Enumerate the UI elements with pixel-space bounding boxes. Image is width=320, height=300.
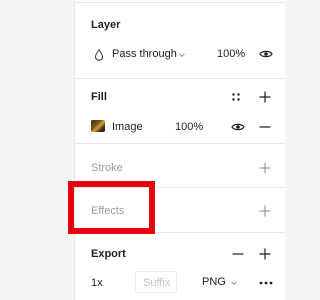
minus-icon[interactable] <box>257 119 273 135</box>
layer-title: Layer <box>91 19 121 31</box>
minus-icon[interactable] <box>230 246 246 262</box>
blend-mode-dropdown[interactable]: Pass through <box>112 47 192 63</box>
export-format: PNG <box>202 276 226 288</box>
format-dropdown[interactable]: PNG <box>202 274 242 290</box>
stroke-section: Stroke <box>75 143 285 174</box>
plus-icon[interactable] <box>257 160 273 176</box>
more-icon[interactable] <box>258 275 274 291</box>
image-thumbnail[interactable] <box>91 120 105 132</box>
chevron-down-icon <box>174 47 190 63</box>
eye-icon[interactable] <box>258 46 274 62</box>
blend-mode-value: Pass through <box>112 48 177 60</box>
fill-title: Fill <box>91 91 107 103</box>
drop-icon <box>91 47 107 63</box>
styles-grid-icon[interactable] <box>228 89 244 105</box>
effects-section: Effects <box>75 187 285 217</box>
suffix-input[interactable]: Suffix <box>135 271 177 293</box>
canvas-area <box>0 0 74 300</box>
fill-type[interactable]: Image <box>112 121 143 133</box>
effects-title: Effects <box>91 205 125 217</box>
plus-icon[interactable] <box>257 89 273 105</box>
suffix-placeholder: Suffix <box>143 277 171 289</box>
plus-icon[interactable] <box>257 246 273 262</box>
divider <box>75 2 285 3</box>
export-section: Export 1x Suffix PNG <box>75 232 285 293</box>
stroke-title: Stroke <box>91 162 123 174</box>
export-scale[interactable]: 1x <box>91 277 103 289</box>
properties-panel: Layer Pass through 100% Fill Image 100% <box>74 0 285 300</box>
fill-opacity[interactable]: 100% <box>175 121 203 133</box>
eye-icon[interactable] <box>230 119 246 135</box>
chevron-down-icon <box>226 275 242 291</box>
plus-icon[interactable] <box>257 203 273 219</box>
layer-opacity[interactable]: 100% <box>217 48 245 60</box>
fill-section: Fill Image 100% <box>75 78 285 133</box>
export-title: Export <box>91 248 126 260</box>
